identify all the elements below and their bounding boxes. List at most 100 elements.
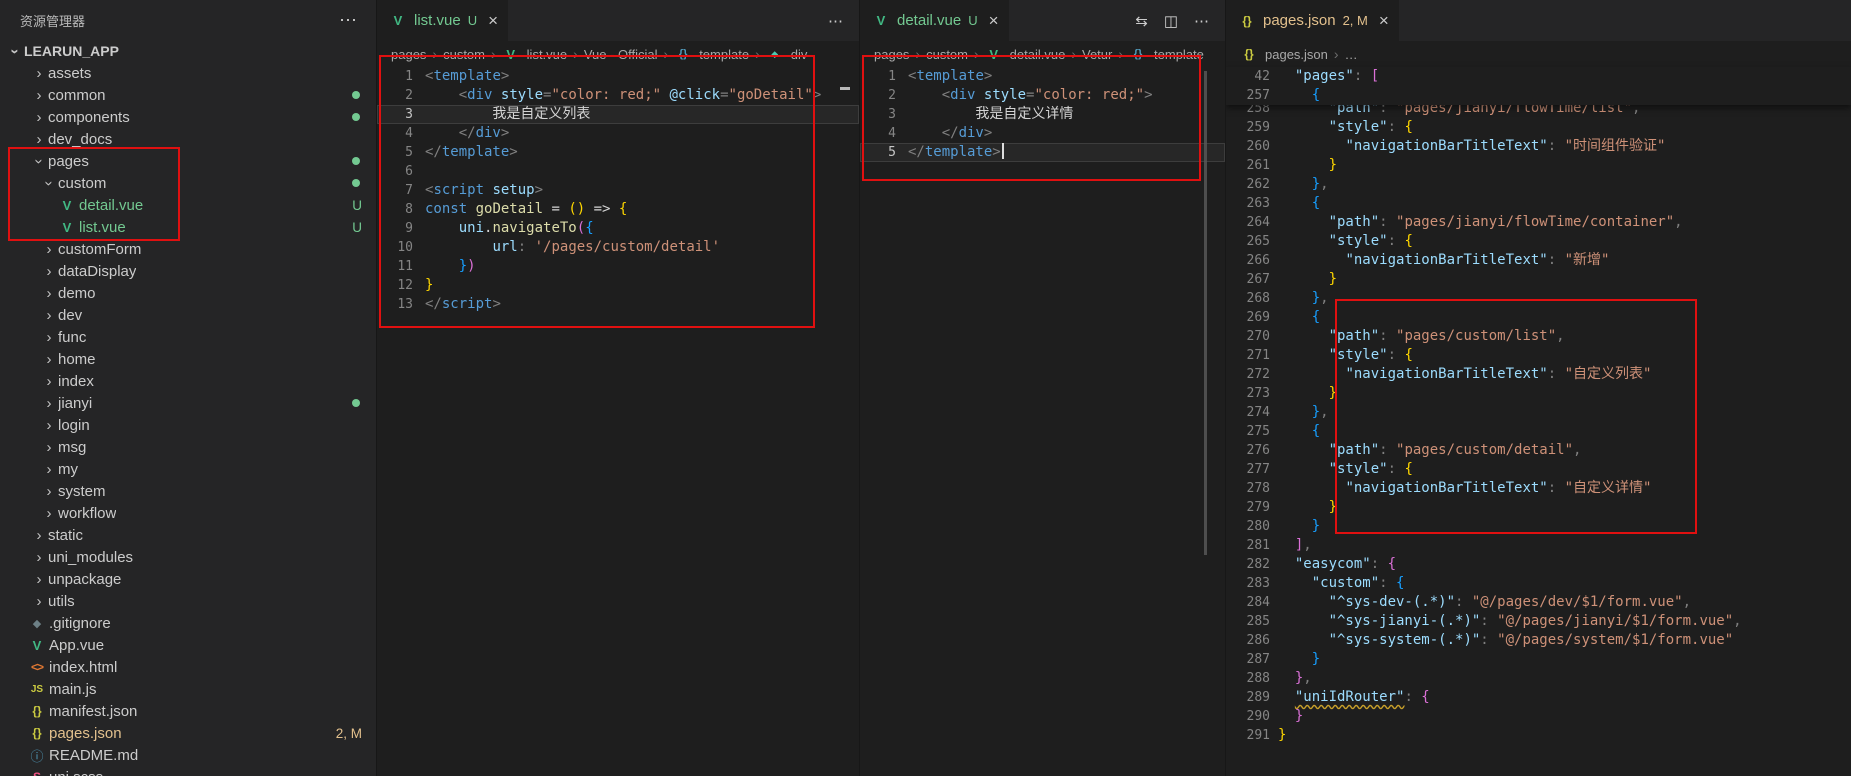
tree-item-README.md[interactable]: ⓘREADME.md [0,744,376,766]
breadcrumb-item[interactable]: div [791,47,808,62]
breadcrumb-item[interactable]: … [1345,47,1358,62]
code-line-288[interactable]: 288 }, [1226,669,1851,688]
code-line-42[interactable]: 42 "pages": [ [1226,67,1851,86]
code-line-259[interactable]: 259 "style": { [1226,118,1851,137]
project-root-row[interactable]: › LEARUN_APP [0,40,376,62]
code-line-278[interactable]: 278 "navigationBarTitleText": "自定义详情" [1226,479,1851,498]
more-actions-icon[interactable]: ⋯ [1194,12,1209,30]
code-line-12[interactable]: 12} [377,276,859,295]
breadcrumb-item[interactable]: Vue - Official [584,47,658,62]
code-line-4[interactable]: 4 </div> [377,124,859,143]
tree-item-pages.json[interactable]: {}pages.json2, M [0,722,376,744]
tree-item-system[interactable]: ›system [0,480,376,502]
code-line-276[interactable]: 276 "path": "pages/custom/detail", [1226,441,1851,460]
breadcrumb-item[interactable]: custom [926,47,968,62]
tab-detail.vue[interactable]: Vdetail.vueU× [860,0,1009,41]
code-line-5[interactable]: 5</template> [377,143,859,162]
tree-item-home[interactable]: ›home [0,348,376,370]
code-line-3[interactable]: 3 我是自定义详情 [860,105,1225,124]
tree-item-.gitignore[interactable]: ◆.gitignore [0,612,376,634]
code-line-277[interactable]: 277 "style": { [1226,460,1851,479]
code-line-2[interactable]: 2 <div style="color: red;" @click="goDet… [377,86,859,105]
code-line-282[interactable]: 282 "easycom": { [1226,555,1851,574]
breadcrumb-item[interactable]: pages [391,47,426,62]
code-line-263[interactable]: 263 { [1226,194,1851,213]
tree-item-uni.scss[interactable]: Suni.scss [0,766,376,776]
breadcrumb-item[interactable]: pages [874,47,909,62]
breadcrumb-item[interactable]: detail.vue [1010,47,1066,62]
code-line-283[interactable]: 283 "custom": { [1226,574,1851,593]
code-line-268[interactable]: 268 }, [1226,289,1851,308]
code-line-286[interactable]: 286 "^sys-system-(.*)": "@/pages/system/… [1226,631,1851,650]
code-line-261[interactable]: 261 } [1226,156,1851,175]
code-line-9[interactable]: 9 uni.navigateTo({ [377,219,859,238]
code-line-274[interactable]: 274 }, [1226,403,1851,422]
breadcrumb-item[interactable]: template [1154,47,1204,62]
tree-item-uni_modules[interactable]: ›uni_modules [0,546,376,568]
tree-item-msg[interactable]: ›msg [0,436,376,458]
tree-item-dev[interactable]: ›dev [0,304,376,326]
tree-item-main.js[interactable]: JSmain.js [0,678,376,700]
code-line-272[interactable]: 272 "navigationBarTitleText": "自定义列表" [1226,365,1851,384]
code-line-1[interactable]: 1<template> [860,67,1225,86]
code-line-270[interactable]: 270 "path": "pages/custom/list", [1226,327,1851,346]
breadcrumb-item[interactable]: list.vue [527,47,567,62]
code-line-8[interactable]: 8const goDetail = () => { [377,200,859,219]
tree-item-unpackage[interactable]: ›unpackage [0,568,376,590]
tree-item-pages[interactable]: ›pages [0,150,376,172]
open-changes-icon[interactable]: ⇆ [1135,12,1148,30]
code-line-262[interactable]: 262 }, [1226,175,1851,194]
tree-item-index[interactable]: ›index [0,370,376,392]
close-icon[interactable]: × [989,12,999,29]
tree-item-demo[interactable]: ›demo [0,282,376,304]
code-line-4[interactable]: 4 </div> [860,124,1225,143]
more-actions-icon[interactable]: ⋯ [828,12,843,30]
tree-item-dev_docs[interactable]: ›dev_docs [0,128,376,150]
tree-item-utils[interactable]: ›utils [0,590,376,612]
tree-item-App.vue[interactable]: VApp.vue [0,634,376,656]
code-line-264[interactable]: 264 "path": "pages/jianyi/flowTime/conta… [1226,213,1851,232]
code-line-258[interactable]: 258 "path": "pages/jianyi/flowTime/list"… [1226,105,1851,118]
tree-item-assets[interactable]: ›assets [0,62,376,84]
code-line-6[interactable]: 6 [377,162,859,181]
code-line-279[interactable]: 279 } [1226,498,1851,517]
tab-pages.json[interactable]: {}pages.json2, M× [1226,0,1399,41]
tree-item-static[interactable]: ›static [0,524,376,546]
code-line-275[interactable]: 275 { [1226,422,1851,441]
code-editor-detail-vue[interactable]: 1<template>2 <div style="color: red;">3 … [860,67,1225,776]
breadcrumb-item[interactable]: pages.json [1265,47,1328,62]
breadcrumb-item[interactable]: Vetur [1082,47,1112,62]
code-line-284[interactable]: 284 "^sys-dev-(.*)": "@/pages/dev/$1/for… [1226,593,1851,612]
code-line-269[interactable]: 269 { [1226,308,1851,327]
code-line-10[interactable]: 10 url: '/pages/custom/detail' [377,238,859,257]
tree-item-index.html[interactable]: <>index.html [0,656,376,678]
close-icon[interactable]: × [1379,12,1389,29]
tree-item-login[interactable]: ›login [0,414,376,436]
code-line-280[interactable]: 280 } [1226,517,1851,536]
code-line-7[interactable]: 7<script setup> [377,181,859,200]
code-editor-pages-json[interactable]: 42 "pages": [257 {258 "path": "pages/jia… [1226,67,1851,776]
tree-item-customForm[interactable]: ›customForm [0,238,376,260]
tree-item-detail.vue[interactable]: Vdetail.vueU [0,194,376,216]
tree-item-common[interactable]: ›common [0,84,376,106]
code-line-291[interactable]: 291} [1226,726,1851,745]
tree-item-components[interactable]: ›components [0,106,376,128]
code-line-2[interactable]: 2 <div style="color: red;"> [860,86,1225,105]
breadcrumb-item[interactable]: custom [443,47,485,62]
split-editor-icon[interactable]: ◫ [1164,12,1178,30]
code-line-1[interactable]: 1<template> [377,67,859,86]
code-line-265[interactable]: 265 "style": { [1226,232,1851,251]
code-line-266[interactable]: 266 "navigationBarTitleText": "新增" [1226,251,1851,270]
code-line-273[interactable]: 273 } [1226,384,1851,403]
code-editor-list-vue[interactable]: 1<template>2 <div style="color: red;" @c… [377,67,859,776]
close-icon[interactable]: × [488,12,498,29]
editor-sash[interactable] [1204,71,1207,555]
code-line-289[interactable]: 289 "uniIdRouter": { [1226,688,1851,707]
code-line-257[interactable]: 257 { [1226,86,1851,105]
breadcrumb-item[interactable]: template [699,47,749,62]
code-line-281[interactable]: 281 ], [1226,536,1851,555]
tab-list.vue[interactable]: Vlist.vueU× [377,0,508,41]
code-line-285[interactable]: 285 "^sys-jianyi-(.*)": "@/pages/jianyi/… [1226,612,1851,631]
explorer-more-actions-icon[interactable]: ⋯ [339,10,358,31]
tree-item-workflow[interactable]: ›workflow [0,502,376,524]
